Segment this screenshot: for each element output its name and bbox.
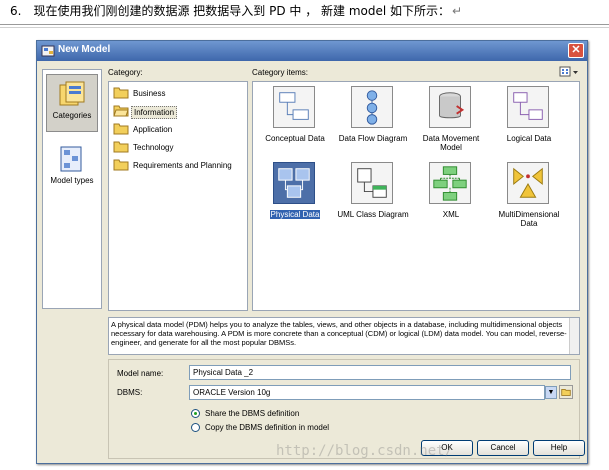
tile-xml[interactable]: XML [411,162,491,232]
category-list: Business Information Application Technol… [108,81,248,311]
data-flow-diagram-icon [351,86,393,128]
view-mode-icon[interactable] [559,66,579,78]
categories-icon [59,81,85,106]
conceptual-data-icon [273,86,315,128]
category-label: Category: [108,68,143,77]
title-bar[interactable]: New Model ✕ [37,41,587,61]
tile-data-movement-model[interactable]: Data Movement Model [411,86,491,156]
logical-data-icon [507,86,549,128]
data-movement-model-icon [429,86,471,128]
multidimensional-data-icon [507,162,549,204]
tile-label: XML [442,210,460,219]
description-scrollbar[interactable] [569,318,579,354]
category-items-grid: Conceptual Data Data Flow Diagram Data M… [252,81,580,311]
window-title: New Model [58,44,111,55]
folder-icon [113,87,129,99]
tile-physical-data[interactable]: Physical Data [255,162,335,232]
folder-icon [113,141,129,153]
cancel-button[interactable]: Cancel [477,440,529,456]
watermark: http://blog.csdn.net/ [276,443,454,459]
close-button[interactable]: ✕ [568,43,584,58]
copy-dbms-radio[interactable] [191,423,200,432]
model-description: A physical data model (PDM) helps you to… [108,317,580,355]
instruction-text: 现在使用我们刚创建的数据源 把数据导入到 PD 中 ， 新建 model 如下所… [33,4,450,18]
folder-icon [113,159,129,171]
model-app-icon [41,45,55,57]
left-item-label: Categories [52,111,92,120]
share-dbms-label: Share the DBMS definition [205,409,300,418]
tile-label: Physical Data [269,210,321,219]
tile-data-flow-diagram[interactable]: Data Flow Diagram [333,86,413,156]
tile-label: Data Movement Model [422,134,480,152]
tile-label: Data Flow Diagram [338,134,408,143]
open-folder-icon [113,105,129,117]
category-items-label: Category items: [252,68,309,77]
folder-icon [113,123,129,135]
left-bar: Categories Model types [42,69,102,309]
document-rule [0,24,609,25]
model-name-input[interactable]: Physical Data _2 [189,365,571,380]
tile-multidimensional-data[interactable]: MultiDimensional Data [489,162,569,242]
item-number: 6. [10,4,22,18]
chevron-down-icon[interactable]: ▼ [545,386,557,399]
new-model-dialog: New Model ✕ Categories Model types Categ… [36,40,588,464]
left-item-model-types[interactable]: Model types [46,140,98,196]
copy-dbms-label: Copy the DBMS definition in model [205,423,330,432]
physical-data-icon [273,162,315,204]
browse-folder-icon[interactable] [559,385,573,399]
return-mark: ↵ [452,4,463,18]
help-button[interactable]: Help [533,440,585,456]
left-item-label: Model types [50,176,94,185]
description-text: A physical data model (PDM) helps you to… [111,320,567,347]
xml-icon [429,162,471,204]
tile-label: MultiDimensional Data [498,210,560,228]
tile-logical-data[interactable]: Logical Data [489,86,569,156]
share-dbms-radio[interactable] [191,409,200,418]
tile-uml-class-diagram[interactable]: UML Class Diagram [333,162,413,232]
tile-label: Logical Data [506,134,552,143]
tile-label: UML Class Diagram [337,210,409,219]
tile-label: Conceptual Data [265,134,325,143]
uml-class-diagram-icon [351,162,393,204]
left-item-categories[interactable]: Categories [46,74,98,132]
document-rule-secondary [0,27,609,28]
dbms-select[interactable]: ORACLE Version 10g [189,385,545,400]
tile-conceptual-data[interactable]: Conceptual Data [255,86,335,156]
model-types-icon [60,146,82,172]
document-instruction: 6. 现在使用我们刚创建的数据源 把数据导入到 PD 中 ， 新建 model 如… [10,2,462,19]
model-name-label: Model name: [117,369,164,378]
dbms-label: DBMS: [117,388,143,397]
